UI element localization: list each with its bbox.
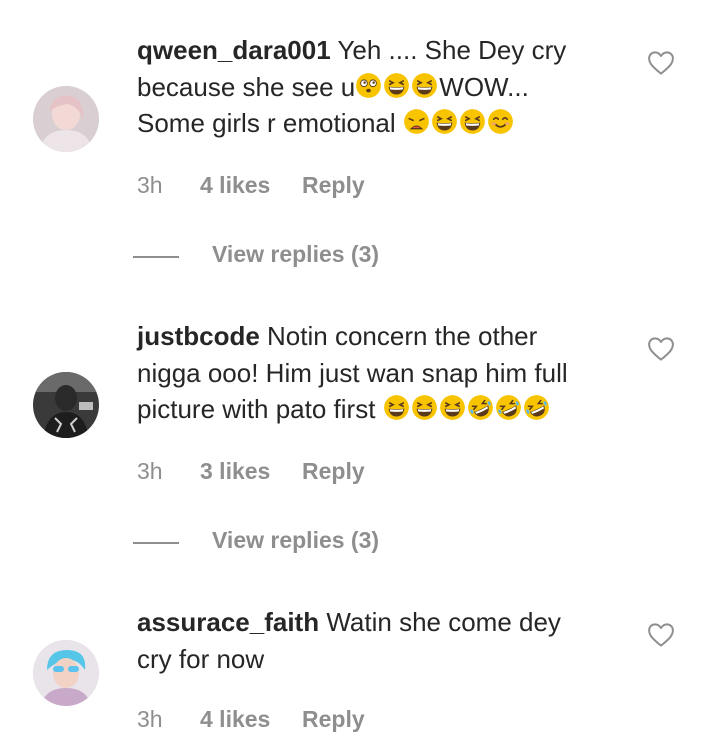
comment-body: Notin concern the other — [267, 321, 538, 351]
smiling-face-emoji-icon — [487, 108, 514, 135]
rofl-emoji-icon — [495, 394, 522, 421]
view-replies-label: View replies (3) — [212, 527, 380, 553]
like-heart-icon[interactable] — [646, 48, 676, 78]
grinning-squint-emoji-icon — [411, 72, 438, 99]
like-heart-icon[interactable] — [646, 334, 676, 364]
comment-body: because she see u — [137, 71, 356, 102]
rofl-emoji-icon — [467, 394, 494, 421]
likes-count[interactable]: 3 likes — [200, 458, 270, 485]
comment-body: WOW... — [439, 71, 529, 102]
grinning-squint-emoji-icon — [459, 108, 486, 135]
like-heart-icon[interactable] — [646, 620, 676, 650]
comment-text: justbcode Notin concern the other nigga … — [137, 318, 607, 428]
rofl-emoji-icon — [523, 394, 550, 421]
grinning-squint-emoji-icon — [431, 108, 458, 135]
comment-line: Some girls r emotional — [137, 105, 607, 142]
grinning-squint-emoji-icon — [383, 394, 410, 421]
comment-username[interactable]: justbcode — [137, 321, 260, 351]
comment-line: because she see u WOW... — [137, 69, 607, 106]
comment-line: qween_dara001 Yeh .... She Dey cry — [137, 32, 607, 69]
comment-body: Watin she come dey — [326, 607, 561, 637]
tired-face-emoji-icon — [403, 108, 430, 135]
view-replies-label: View replies (3) — [212, 241, 380, 267]
comment-line: justbcode Notin concern the other — [137, 318, 607, 355]
comment-body: nigga ooo! Him just wan snap him full — [137, 357, 568, 388]
comment-text: assurace_faith Watin she come dey cry fo… — [137, 604, 607, 677]
reply-button[interactable]: Reply — [302, 172, 365, 199]
comment-line: assurace_faith Watin she come dey — [137, 604, 607, 641]
divider — [133, 542, 179, 544]
grinning-squint-emoji-icon — [411, 394, 438, 421]
dizzy-face-emoji-icon — [355, 72, 382, 99]
comment-body: cry for now — [137, 643, 265, 674]
comment-time: 3h — [137, 458, 163, 484]
comment-text: qween_dara001 Yeh .... She Dey cry becau… — [137, 32, 607, 142]
comment-body: picture with pato first — [137, 394, 383, 424]
comment-body: Some girls r emotional — [137, 108, 403, 138]
comment-body: Yeh .... She Dey cry — [337, 35, 567, 65]
grinning-squint-emoji-icon — [439, 394, 466, 421]
comment-line: nigga ooo! Him just wan snap him full — [137, 355, 607, 392]
comment-time: 3h — [137, 172, 163, 198]
emoji-group — [383, 394, 551, 424]
divider — [133, 256, 179, 258]
avatar[interactable] — [33, 86, 99, 152]
reply-button[interactable]: Reply — [302, 458, 365, 485]
comment-username[interactable]: assurace_faith — [137, 607, 319, 637]
comment-line: picture with pato first — [137, 391, 607, 428]
emoji-group — [403, 108, 515, 138]
likes-count[interactable]: 4 likes — [200, 172, 270, 199]
grinning-squint-emoji-icon — [383, 72, 410, 99]
comment-username[interactable]: qween_dara001 — [137, 35, 331, 65]
emoji-group — [355, 72, 439, 102]
comment-line: cry for now — [137, 641, 607, 678]
avatar[interactable] — [33, 372, 99, 438]
avatar[interactable] — [33, 640, 99, 706]
